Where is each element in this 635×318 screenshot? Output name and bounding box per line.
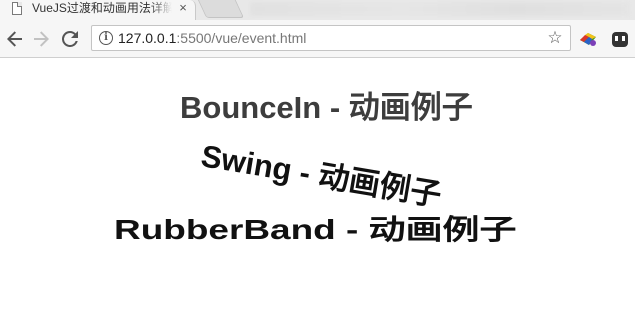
browser-tab[interactable]: VueJS过渡和动画用法详解 × [0,0,196,20]
rubber-band-example-text: RubberBand - 动画例子 [114,214,517,245]
forward-button[interactable] [29,25,55,53]
page-icon [12,2,22,15]
swing-example-text: Swing - 动画例子 [198,138,444,213]
reload-icon [62,31,78,47]
bounce-in-example-text: BounceIn - 动画例子 [180,90,473,125]
tab-strip-background [250,2,630,16]
tab-close-icon[interactable]: × [177,0,189,16]
page-content: BounceIn - 动画例子 Swing - 动画例子 RubberBand … [0,58,635,318]
colorful-extension-graphic [580,33,596,46]
colorful-extension-icon[interactable] [578,29,598,49]
toolbar: i 127.0.0.1:5500/vue/event.html ☆ [0,20,635,58]
back-button[interactable] [3,25,29,53]
new-tab-button[interactable] [197,0,245,18]
bookmark-star-icon[interactable]: ☆ [546,29,564,47]
reload-button[interactable] [58,25,84,53]
url-host: 127.0.0.1 [118,30,177,46]
arrow-left-icon [7,31,22,47]
arrow-right-icon [34,31,49,47]
url-path: :5500/vue/event.html [176,30,307,46]
url-text[interactable]: 127.0.0.1:5500/vue/event.html [118,26,306,50]
tab-title: VueJS过渡和动画用法详解 [32,0,172,20]
ghost-extension-graphic [612,32,628,47]
info-icon[interactable]: i [99,31,113,45]
tab-strip: VueJS过渡和动画用法详解 × [0,0,635,20]
address-bar[interactable]: i 127.0.0.1:5500/vue/event.html ☆ [91,25,571,51]
ghost-extension-icon[interactable] [610,29,630,49]
